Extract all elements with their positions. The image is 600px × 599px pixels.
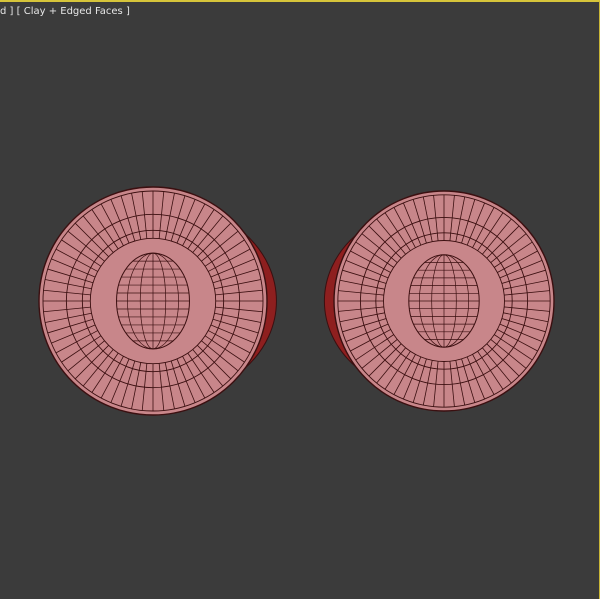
right-disc[interactable]: [323, 190, 555, 412]
viewport-scene[interactable]: [0, 2, 600, 599]
left-disc[interactable]: [38, 186, 277, 416]
perspective-viewport[interactable]: d ] [ Clay + Edged Faces ]: [0, 0, 600, 599]
